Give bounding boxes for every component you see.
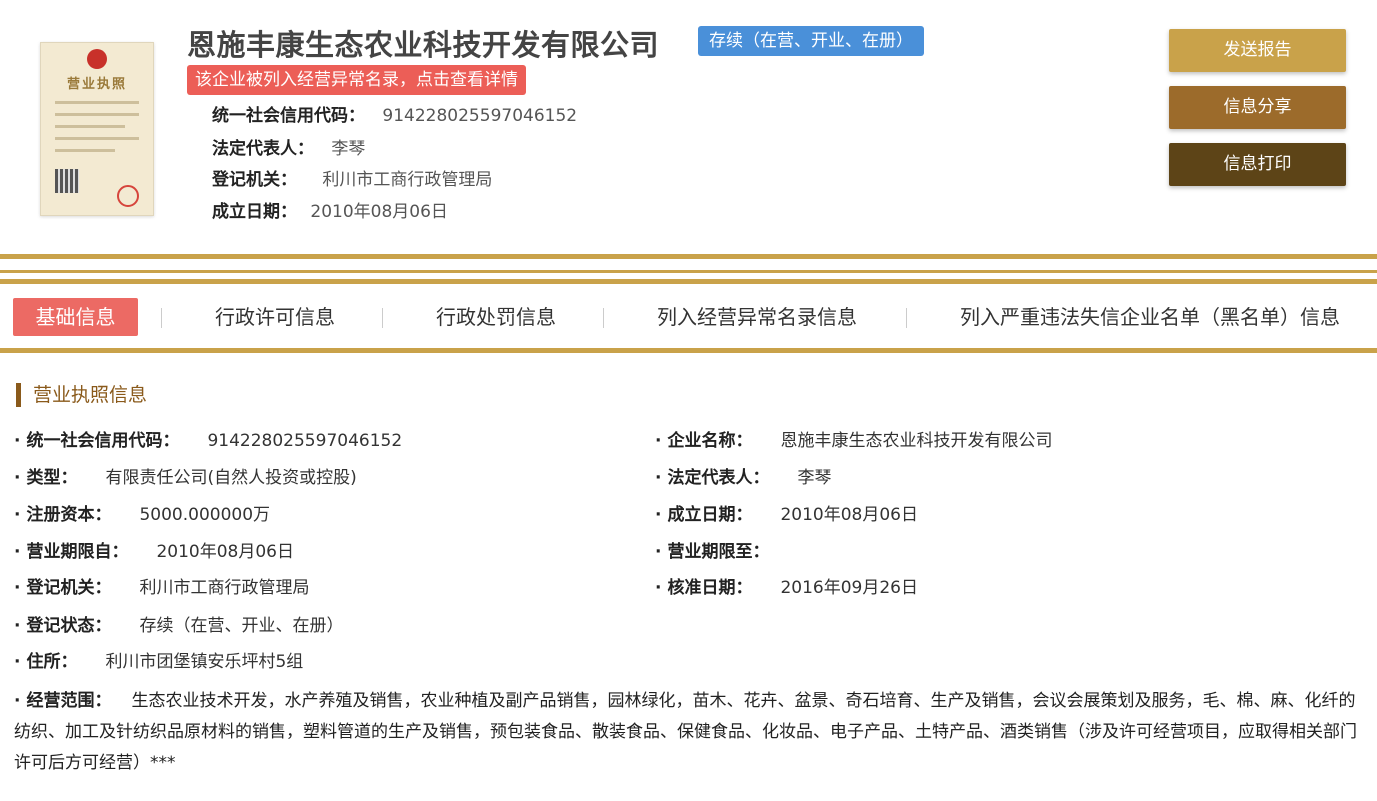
info-tabs: 基础信息 行政许可信息 行政处罚信息 列入经营异常名录信息 列入严重违法失信企业… bbox=[0, 290, 1377, 350]
field-value: 2010年08月06日 bbox=[780, 505, 918, 525]
bullet: · bbox=[14, 505, 21, 525]
field-value: 914228025597046152 bbox=[207, 431, 403, 451]
field-value: 李琴 bbox=[797, 468, 832, 488]
license-text-line bbox=[55, 101, 139, 104]
send-report-button[interactable]: 发送报告 bbox=[1169, 29, 1346, 72]
field-authority: · 登记机关： 利川市工商行政管理局 bbox=[14, 576, 309, 600]
company-name-title: 恩施丰康生态农业科技开发有限公司 bbox=[187, 28, 660, 62]
info-value: 利川市工商行政管理局 bbox=[322, 170, 493, 190]
field-label: 类型： bbox=[26, 468, 78, 488]
field-term-from: · 营业期限自： 2010年08月06日 bbox=[14, 540, 294, 564]
field-founded: · 成立日期： 2010年08月06日 bbox=[655, 503, 918, 527]
field-type: · 类型： 有限责任公司(自然人投资或控股) bbox=[14, 466, 357, 490]
bullet: · bbox=[655, 505, 662, 525]
info-value: 914228025597046152 bbox=[382, 106, 578, 126]
header-info-credit-code: 统一社会信用代码： 914228025597046152 bbox=[212, 104, 577, 128]
info-label: 统一社会信用代码： bbox=[212, 106, 365, 126]
bullet: · bbox=[14, 468, 21, 488]
field-value: 5000.000000万 bbox=[139, 505, 271, 525]
field-legal-rep: · 法定代表人： 李琴 bbox=[655, 466, 831, 490]
license-text-line bbox=[55, 113, 139, 116]
bullet: · bbox=[655, 468, 662, 488]
field-label: 经营范围： bbox=[26, 691, 112, 711]
header-divider bbox=[0, 279, 1377, 284]
bullet: · bbox=[14, 616, 21, 636]
header-info-legal-rep: 法定代表人： 李琴 bbox=[212, 137, 365, 161]
tab-separator bbox=[603, 308, 604, 328]
license-text-line bbox=[55, 137, 139, 140]
bullet: · bbox=[14, 542, 21, 562]
info-value: 李琴 bbox=[331, 139, 366, 159]
bullet: · bbox=[655, 578, 662, 598]
field-value: 2016年09月26日 bbox=[780, 578, 918, 598]
field-label: 登记机关： bbox=[26, 578, 112, 598]
tab-admin-penalty[interactable]: 行政处罚信息 bbox=[436, 298, 556, 336]
field-label: 注册资本： bbox=[26, 505, 112, 525]
header-divider bbox=[0, 254, 1377, 259]
info-value: 2010年08月06日 bbox=[310, 202, 448, 222]
qr-code-icon bbox=[55, 169, 79, 193]
field-value: 存续（在营、开业、在册） bbox=[139, 616, 344, 636]
bullet: · bbox=[14, 578, 21, 598]
info-label: 法定代表人： bbox=[212, 139, 314, 159]
license-text-line bbox=[55, 125, 125, 128]
bullet: · bbox=[14, 691, 21, 711]
header-info-founded: 成立日期： 2010年08月06日 bbox=[212, 200, 448, 224]
field-address: · 住所： 利川市团堡镇安乐坪村5组 bbox=[14, 650, 303, 674]
bullet: · bbox=[14, 431, 21, 451]
field-capital: · 注册资本： 5000.000000万 bbox=[14, 503, 270, 527]
info-label: 登记机关： bbox=[212, 170, 297, 190]
tab-basic-info[interactable]: 基础信息 bbox=[13, 298, 138, 336]
field-value: 2010年08月06日 bbox=[156, 542, 294, 562]
print-info-button[interactable]: 信息打印 bbox=[1169, 143, 1346, 186]
field-value: 利川市团堡镇安乐坪村5组 bbox=[105, 652, 304, 672]
field-value: 生态农业技术开发，水产养殖及销售，农业种植及副产品销售，园林绿化，苗木、花卉、盆… bbox=[14, 691, 1357, 773]
field-value: 利川市工商行政管理局 bbox=[139, 578, 310, 598]
abnormal-list-notice[interactable]: 该企业被列入经营异常名录，点击查看详情 bbox=[187, 65, 526, 95]
field-label: 住所： bbox=[26, 652, 78, 672]
field-label: 法定代表人： bbox=[667, 468, 770, 488]
field-label: 登记状态： bbox=[26, 616, 112, 636]
field-label: 统一社会信用代码： bbox=[26, 431, 180, 451]
tab-admin-license[interactable]: 行政许可信息 bbox=[215, 298, 335, 336]
field-label: 企业名称： bbox=[667, 431, 753, 451]
field-label: 核准日期： bbox=[667, 578, 753, 598]
field-label: 营业期限自： bbox=[26, 542, 129, 562]
field-company-name: · 企业名称： 恩施丰康生态农业科技开发有限公司 bbox=[655, 429, 1052, 453]
national-emblem-icon bbox=[87, 49, 107, 69]
bullet: · bbox=[655, 542, 662, 562]
tab-separator bbox=[382, 308, 383, 328]
section-title: 营业执照信息 bbox=[16, 383, 147, 407]
company-header: 营业执照 恩施丰康生态农业科技开发有限公司 存续（在营、开业、在册） 该企业被列… bbox=[0, 0, 1377, 250]
bullet: · bbox=[14, 652, 21, 672]
field-value: 恩施丰康生态农业科技开发有限公司 bbox=[780, 431, 1053, 451]
tabs-divider bbox=[0, 348, 1377, 353]
field-credit-code: · 统一社会信用代码： 914228025597046152 bbox=[14, 429, 402, 453]
bullet: · bbox=[655, 431, 662, 451]
business-license-image[interactable]: 营业执照 bbox=[40, 42, 154, 216]
field-term-to: · 营业期限至： bbox=[655, 540, 797, 564]
field-business-scope: · 经营范围： 生态农业技术开发，水产养殖及销售，农业种植及副产品销售，园林绿化，苗… bbox=[14, 686, 1359, 779]
share-info-button[interactable]: 信息分享 bbox=[1169, 86, 1346, 129]
official-seal-icon bbox=[117, 185, 139, 207]
field-reg-status: · 登记状态： 存续（在营、开业、在册） bbox=[14, 614, 343, 638]
tab-abnormal-list[interactable]: 列入经营异常名录信息 bbox=[657, 298, 857, 336]
field-value: 有限责任公司(自然人投资或控股) bbox=[105, 468, 357, 488]
info-label: 成立日期： bbox=[212, 202, 297, 222]
field-label: 营业期限至： bbox=[667, 542, 770, 562]
license-image-title: 营业执照 bbox=[66, 77, 127, 92]
header-info-authority: 登记机关： 利川市工商行政管理局 bbox=[212, 168, 492, 192]
field-approval-date: · 核准日期： 2016年09月26日 bbox=[655, 576, 918, 600]
tab-blacklist[interactable]: 列入严重违法失信企业名单（黑名单）信息 bbox=[960, 298, 1340, 336]
license-text-line bbox=[55, 149, 115, 152]
header-divider bbox=[0, 270, 1377, 273]
tab-separator bbox=[161, 308, 162, 328]
status-badge: 存续（在营、开业、在册） bbox=[698, 26, 924, 56]
field-label: 成立日期： bbox=[667, 505, 753, 525]
tab-separator bbox=[906, 308, 907, 328]
